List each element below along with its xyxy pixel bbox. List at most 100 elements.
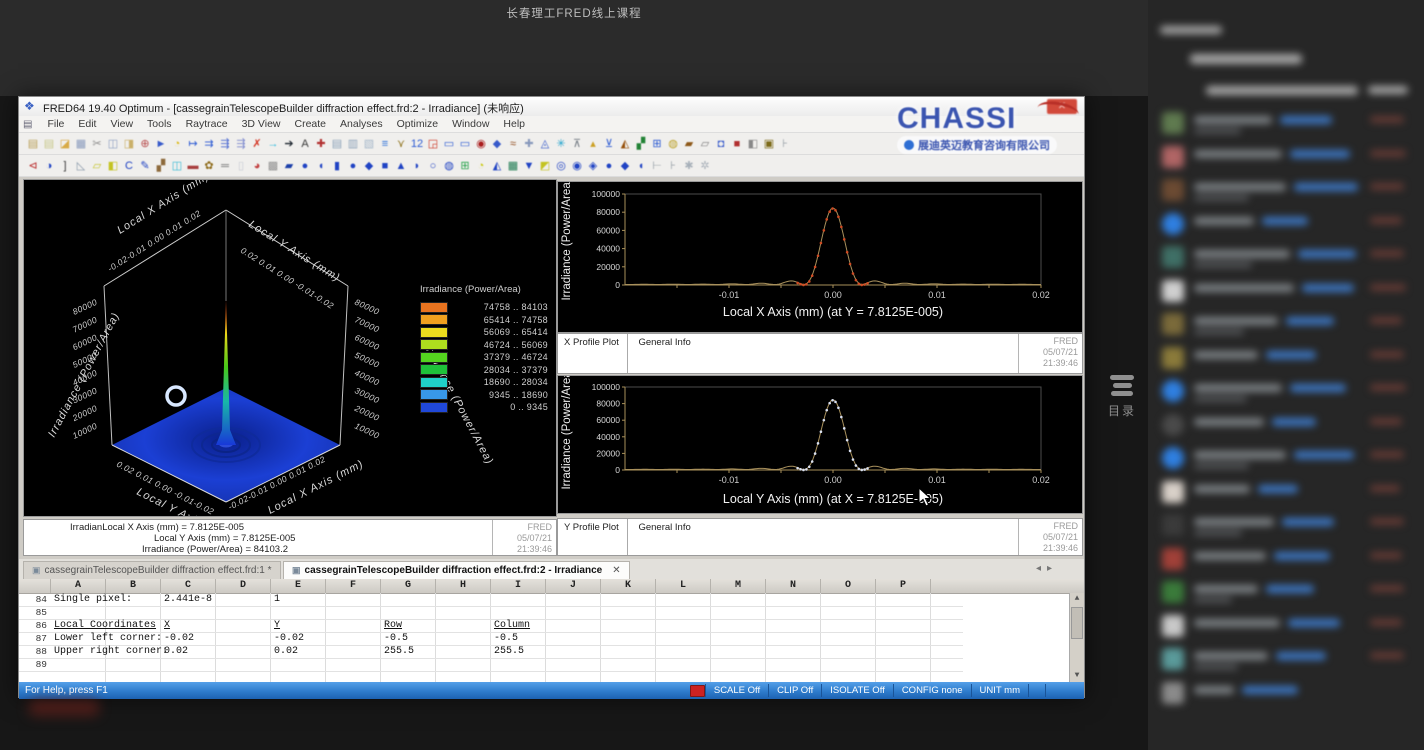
menu-tools[interactable]: Tools — [140, 118, 179, 130]
menu-window[interactable]: Window — [445, 118, 496, 130]
toolbar-icon[interactable]: ⇶ — [233, 136, 249, 152]
chapter-item[interactable] — [1148, 646, 1424, 676]
toolbar-icon[interactable]: ◧ — [745, 136, 761, 152]
toolbar-icon[interactable]: ✚ — [313, 136, 329, 152]
toolbar-icon[interactable]: ◔ — [169, 136, 185, 152]
sheet-row-87[interactable]: 87Lower left corner:-0.02-0.02-0.5-0.5 — [19, 632, 963, 646]
toolbar-icon[interactable]: ■ — [377, 158, 393, 174]
toolbar-icon[interactable]: ▭ — [457, 136, 473, 152]
menu-view[interactable]: View — [103, 118, 140, 130]
y-profile-chart[interactable]: 020000400006000080000100000-0.010.000.01… — [558, 376, 1082, 513]
toolbar-icon[interactable]: ⊕ — [137, 136, 153, 152]
surface-plot-panel[interactable]: Local X Axis (mm) -0.02-0.01 0.00 0.01 0… — [23, 179, 557, 517]
toolbar-icon[interactable]: ● — [345, 158, 361, 174]
toolbar-icon[interactable]: 12 — [409, 136, 425, 152]
toolbar-icon[interactable]: ◑ — [41, 158, 57, 174]
toolbar-icon[interactable]: ▤ — [41, 136, 57, 152]
toolbar-icon[interactable]: ✂ — [89, 136, 105, 152]
toolbar-icon[interactable]: ▦ — [73, 136, 89, 152]
toolbar-icon[interactable]: ◆ — [617, 158, 633, 174]
toolbar-icon[interactable]: ◍ — [665, 136, 681, 152]
toolbar-icon[interactable]: ◍ — [441, 158, 457, 174]
toolbar-icon[interactable]: ◕ — [249, 158, 265, 174]
cell-A87[interactable]: Lower left corner: — [54, 633, 162, 644]
menu-file[interactable]: File — [40, 118, 71, 130]
x-profile-chart-panel[interactable]: 020000400006000080000100000-0.010.000.01… — [557, 181, 1083, 333]
menu-analyses[interactable]: Analyses — [333, 118, 390, 130]
scroll-down-icon[interactable]: ▼ — [1070, 670, 1084, 682]
toolbar-icon[interactable]: ═ — [217, 158, 233, 174]
toolbar-icon[interactable]: C — [121, 158, 137, 174]
tab-general-info[interactable]: General Info — [632, 519, 696, 536]
status-segment-config[interactable]: CONFIG none — [893, 684, 971, 697]
chapter-item[interactable] — [1148, 412, 1424, 442]
toolbar-icon[interactable]: ◺ — [73, 158, 89, 174]
toolbar-icon[interactable]: ▣ — [761, 136, 777, 152]
toolbar-icon[interactable]: ▞ — [153, 158, 169, 174]
col-header-O[interactable]: O — [821, 579, 876, 593]
toolbar-icon[interactable]: ◉ — [473, 136, 489, 152]
cell-A88[interactable]: Upper right corner: — [54, 646, 168, 657]
toc-toggle[interactable]: 目录 — [1103, 372, 1141, 419]
course-sidebar[interactable] — [1148, 0, 1424, 750]
chapter-item[interactable] — [1148, 144, 1424, 174]
chapter-item[interactable] — [1148, 613, 1424, 643]
chapter-item[interactable] — [1148, 278, 1424, 308]
col-header-G[interactable]: G — [381, 579, 436, 593]
toolbar-icon[interactable]: ◈ — [585, 158, 601, 174]
cell-C87[interactable]: -0.02 — [164, 633, 194, 644]
toolbar-icon[interactable]: ✚ — [521, 136, 537, 152]
toolbar-icon[interactable]: ▯ — [233, 158, 249, 174]
toolbar-icon[interactable]: ◨ — [121, 136, 137, 152]
document-tab-1[interactable]: ▣cassegrainTelescopeBuilder diffraction … — [23, 561, 281, 579]
toolbar-icon[interactable]: ⊞ — [649, 136, 665, 152]
col-header-A[interactable]: A — [51, 579, 106, 593]
status-segment-isolate[interactable]: ISOLATE Off — [821, 684, 893, 697]
tab-x-profile-plot[interactable]: X Profile Plot — [558, 334, 628, 373]
toolbar-icon[interactable]: ◖ — [633, 158, 649, 174]
spreadsheet[interactable]: ABCDEFGHIJKLMNOP 84Single pixel:2.441e-8… — [19, 579, 1084, 682]
cell-I86[interactable]: Column — [494, 620, 530, 631]
toolbar-icon[interactable]: ⇶ — [217, 136, 233, 152]
toolbar-icon[interactable]: ▰ — [681, 136, 697, 152]
toolbar-icon[interactable]: ✲ — [697, 158, 713, 174]
toolbar-icon[interactable]: ◗ — [409, 158, 425, 174]
y-profile-chart-panel[interactable]: 020000400006000080000100000-0.010.000.01… — [557, 375, 1083, 514]
toolbar-icon[interactable]: ◲ — [425, 136, 441, 152]
col-header-N[interactable]: N — [766, 579, 821, 593]
toolbar-icon[interactable]: ▴ — [585, 136, 601, 152]
toolbar-icon[interactable]: ✳ — [553, 136, 569, 152]
cell-C86[interactable]: X — [164, 620, 170, 631]
toolbar-icon[interactable]: ⊲ — [25, 158, 41, 174]
sheet-row-88[interactable]: 88Upper right corner:0.020.02255.5255.5 — [19, 645, 963, 659]
toolbar-icon[interactable]: ◪ — [57, 136, 73, 152]
toolbar-icon[interactable]: ◘ — [713, 136, 729, 152]
toolbar-icon[interactable]: ◆ — [489, 136, 505, 152]
cell-A84[interactable]: Single pixel: — [54, 594, 132, 605]
chapter-item[interactable] — [1148, 479, 1424, 509]
col-header-K[interactable]: K — [601, 579, 656, 593]
toolbar-icon[interactable]: ↦ — [185, 136, 201, 152]
chapter-item[interactable] — [1148, 546, 1424, 576]
toolbar-icon[interactable]: ◆ — [361, 158, 377, 174]
toolbar-icon[interactable]: ⊞ — [457, 158, 473, 174]
toolbar-icon[interactable]: ✱ — [681, 158, 697, 174]
chapter-item[interactable] — [1148, 680, 1424, 710]
toolbar-icon[interactable]: ⊢ — [649, 158, 665, 174]
toolbar-icon[interactable]: ● — [297, 158, 313, 174]
toolbar-icon[interactable]: ⋎ — [393, 136, 409, 152]
close-tab-icon[interactable]: ✕ — [612, 565, 620, 576]
toolbar-icon[interactable]: ] — [57, 158, 73, 174]
menu-optimize[interactable]: Optimize — [390, 118, 445, 130]
toolbar-icon[interactable]: ◫ — [105, 136, 121, 152]
menu-3d-view[interactable]: 3D View — [235, 118, 288, 130]
toolbar-icon[interactable]: ▤ — [329, 136, 345, 152]
toolbar-icon[interactable]: ▼ — [521, 158, 537, 174]
cell-E87[interactable]: -0.02 — [274, 633, 304, 644]
cell-C88[interactable]: 0.02 — [164, 646, 188, 657]
toolbar-icon[interactable]: ✎ — [137, 158, 153, 174]
toolbar-icon[interactable]: ◉ — [569, 158, 585, 174]
toolbar-icon[interactable]: → — [265, 136, 281, 152]
toolbar-icon[interactable]: ▞ — [633, 136, 649, 152]
chapter-item[interactable] — [1148, 378, 1424, 408]
